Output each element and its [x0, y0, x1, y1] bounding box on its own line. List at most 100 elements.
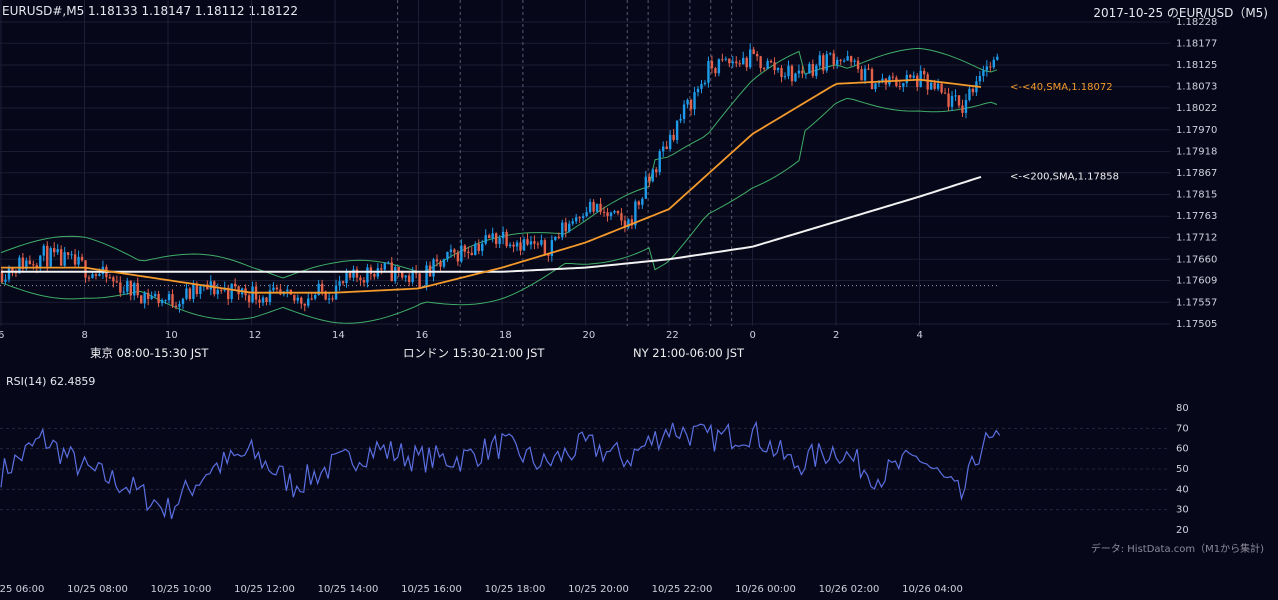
candle-body [56, 249, 59, 253]
candle-body [536, 243, 540, 245]
candle-body [98, 274, 101, 276]
candle-body [146, 292, 150, 299]
candle-body [522, 239, 526, 251]
candle-body [752, 49, 755, 54]
candle-body [585, 212, 588, 217]
x-date-label: 10/25 08:00 [67, 584, 128, 595]
candle-body [797, 70, 801, 74]
candle-body [780, 67, 783, 78]
candle-body [247, 295, 251, 303]
candle-body [710, 61, 714, 69]
candle-body [178, 303, 181, 307]
y-tick-label: 1.18073 [1176, 82, 1217, 93]
candle-body [936, 83, 940, 89]
x-date-label: 10/25 14:00 [317, 584, 379, 595]
y-tick-label: 1.17609 [1176, 276, 1217, 287]
candle-body [672, 134, 675, 140]
y-tick-label: 1.18177 [1176, 38, 1217, 49]
candle-body [143, 292, 146, 304]
candle-body [122, 291, 125, 293]
candle-body [470, 252, 473, 255]
candle-body [867, 68, 870, 70]
candle-body [808, 64, 811, 74]
rsi-tick-label: 50 [1176, 464, 1189, 475]
candle-body [592, 201, 595, 212]
candle-body [94, 274, 98, 276]
candle-body [153, 293, 157, 297]
rsi-tick-label: 40 [1176, 484, 1189, 495]
rsi-chart[interactable]: 80 70 60 50 40 30 20 [0, 380, 1278, 580]
x-tick-label: 12 [249, 330, 262, 340]
candle-body [230, 283, 233, 300]
candle-body [119, 282, 122, 293]
candle-body [717, 59, 721, 74]
candle-body [355, 269, 359, 278]
candle-body [905, 74, 908, 84]
candle-body [46, 245, 49, 267]
candle-body [755, 53, 759, 57]
candle-body [651, 169, 654, 182]
candle-body [185, 288, 188, 299]
candle-body [588, 201, 592, 213]
candle-body [108, 277, 112, 279]
candle-body [460, 245, 463, 262]
x-date-label: 10/25 22:00 [651, 584, 713, 595]
candle-body [432, 259, 435, 277]
sma40-line [1, 78, 982, 294]
candle-body [446, 251, 449, 260]
candle-body [641, 198, 644, 205]
candle-body [418, 273, 421, 288]
candle-body [860, 69, 863, 81]
candle-body [721, 59, 724, 61]
candle-body [902, 83, 905, 87]
candle-body [307, 298, 310, 306]
candle-body [613, 210, 616, 213]
candle-body [397, 267, 400, 272]
x-tick-label: 18 [499, 330, 512, 340]
candle-body [655, 169, 658, 173]
candle-body [66, 252, 70, 255]
candle-body [978, 75, 982, 82]
candle-body [595, 203, 599, 212]
candle-body [971, 88, 975, 93]
price-chart[interactable]: 1.18228 1.18177 1.18125 1.18073 1.18022 1.179… [0, 0, 1278, 340]
sma200-label: <-<200,SMA,1.17858 [1010, 172, 1119, 183]
candle-body [209, 281, 212, 290]
candle-body [314, 294, 317, 299]
candle-body [488, 235, 491, 239]
candle-body [950, 96, 954, 107]
candle-body [373, 273, 376, 277]
candle-body [362, 280, 366, 283]
candle-body [564, 222, 567, 232]
candle-body [561, 222, 564, 238]
candle-body [842, 60, 846, 62]
candle-body [526, 239, 529, 245]
y-tick-label: 1.18125 [1176, 60, 1217, 71]
candle-body [926, 74, 929, 90]
candle-body [369, 267, 373, 274]
x-date-label: 10/25 16:00 [401, 584, 462, 595]
candle-body [943, 92, 947, 94]
candle-body [571, 221, 574, 224]
candle-body [731, 61, 734, 64]
candle-body [703, 82, 707, 85]
candle-body [909, 74, 912, 78]
candle-body [87, 277, 91, 279]
candle-body [787, 65, 790, 77]
candle-body [776, 67, 780, 71]
candle-body [529, 241, 533, 245]
candle-body [728, 58, 731, 64]
candle-body [171, 294, 174, 306]
candle-body [996, 56, 999, 60]
candle-body [265, 297, 268, 303]
x-tick-label: 22 [666, 330, 679, 340]
candle-body [129, 280, 132, 296]
candle-body [846, 56, 849, 61]
candle-body [439, 261, 442, 267]
candle-body [919, 70, 922, 87]
candle-body [679, 118, 682, 121]
candle-body [742, 57, 745, 65]
candle-body [188, 288, 192, 299]
candle-body [80, 256, 84, 261]
candle-body [327, 298, 331, 300]
